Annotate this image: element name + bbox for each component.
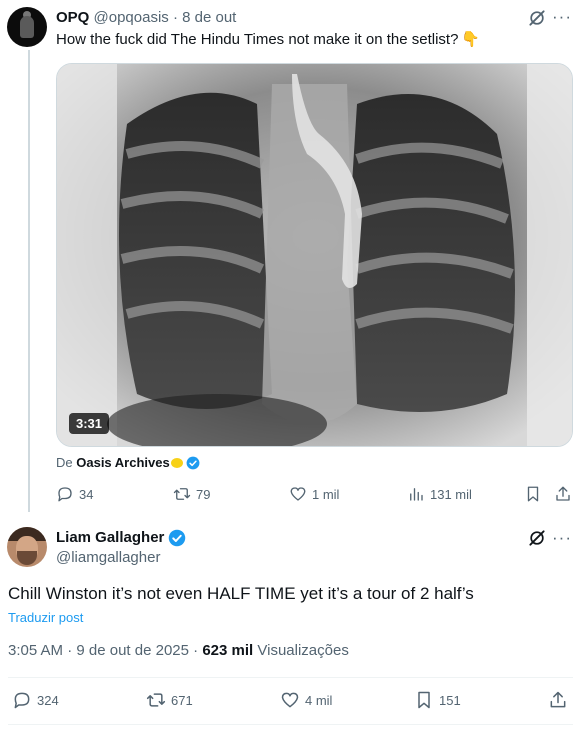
more-icon[interactable]: ···: [552, 8, 572, 25]
bookmark-count: 151: [439, 692, 461, 708]
like-button[interactable]: 1 mil: [289, 484, 339, 504]
display-name-row: Liam Gallagher: [56, 529, 186, 547]
tweet-time[interactable]: 3:05 AM: [8, 642, 63, 659]
tweet-text: How the fuck did The Hindu Times not mak…: [56, 30, 480, 49]
avatar[interactable]: [7, 7, 47, 47]
separator: ·: [67, 642, 73, 659]
like-count: 4 mil: [305, 692, 333, 708]
tweet-text: Chill Winston it’s not even HALF TIME ye…: [8, 584, 474, 603]
display-name[interactable]: OPQ: [56, 9, 89, 26]
like-button[interactable]: 4 mil: [280, 690, 332, 710]
like-count: 1 mil: [312, 486, 340, 502]
grok-icon[interactable]: [527, 8, 547, 28]
share-button[interactable]: [548, 690, 568, 710]
tweet-metadata: 3:05 AM · 9 de out de 2025 · 623 mil Vis…: [8, 642, 349, 660]
divider: [8, 724, 573, 725]
divider: [8, 677, 573, 678]
video-player[interactable]: [56, 63, 573, 447]
views-count: 131 mil: [430, 486, 472, 502]
reply-icon: [58, 487, 72, 502]
heart-icon: [290, 487, 306, 501]
source-prefix: De: [56, 455, 73, 470]
share-button[interactable]: [554, 484, 572, 504]
tweet-header: OPQ @opqoasis · 8 de out: [56, 9, 236, 27]
views-label: Visualizações: [257, 642, 349, 659]
tweet-actions-bar: 34 79 1 mil 131 mil: [52, 484, 576, 504]
avatar[interactable]: [7, 527, 47, 567]
reply-button[interactable]: 34: [56, 484, 93, 504]
source-account[interactable]: Oasis Archives: [76, 455, 169, 470]
repost-button[interactable]: 79: [173, 484, 210, 504]
separator: ·: [172, 9, 178, 26]
tweet-text-content: How the fuck did The Hindu Times not mak…: [56, 31, 459, 48]
verified-badge-icon: [186, 456, 200, 470]
heart-icon: [281, 692, 299, 708]
tweet-date[interactable]: 8 de out: [182, 9, 236, 26]
verified-badge-icon: [169, 529, 186, 547]
display-name[interactable]: Liam Gallagher: [56, 529, 164, 547]
grok-icon[interactable]: [527, 528, 547, 548]
reply-icon: [14, 692, 30, 709]
avatar-beard: [17, 551, 37, 565]
repost-icon: [146, 693, 166, 707]
bookmark-button[interactable]: [524, 484, 542, 504]
tweet-actions-bar: 324 671 4 mil 151: [0, 690, 585, 714]
views-button[interactable]: 131 mil: [407, 484, 472, 504]
pointing-down-hand-icon: 👇: [461, 31, 481, 48]
avatar-figure-body: [20, 16, 34, 38]
separator: ·: [193, 642, 199, 659]
views-count: 623 mil: [202, 642, 254, 659]
handle[interactable]: @opqoasis: [94, 9, 169, 26]
repost-icon: [173, 488, 191, 500]
repost-count: 79: [196, 486, 211, 502]
video-source-attribution: De Oasis Archives: [56, 455, 200, 471]
reply-count: 324: [37, 692, 59, 708]
more-icon[interactable]: ···: [552, 529, 572, 546]
bookmark-icon: [527, 486, 539, 502]
reply-button[interactable]: 324: [12, 690, 59, 710]
bookmark-icon: [418, 691, 430, 709]
reply-count: 34: [79, 486, 94, 502]
bookmark-button[interactable]: 151: [414, 690, 461, 710]
share-icon: [550, 691, 566, 708]
views-bar-icon: [410, 488, 423, 501]
handle[interactable]: @liamgallagher: [56, 549, 160, 567]
repost-button[interactable]: 671: [146, 690, 193, 710]
video-duration-badge: 3:31: [69, 413, 110, 434]
chest-xray-image: [57, 64, 572, 446]
share-icon: [556, 486, 570, 501]
thread-connector-line: [28, 50, 30, 512]
tweet-date[interactable]: 9 de out de 2025: [76, 642, 189, 659]
translate-post-link[interactable]: Traduzir post: [8, 610, 83, 626]
lemon-icon: [170, 458, 183, 468]
repost-count: 671: [171, 692, 193, 708]
